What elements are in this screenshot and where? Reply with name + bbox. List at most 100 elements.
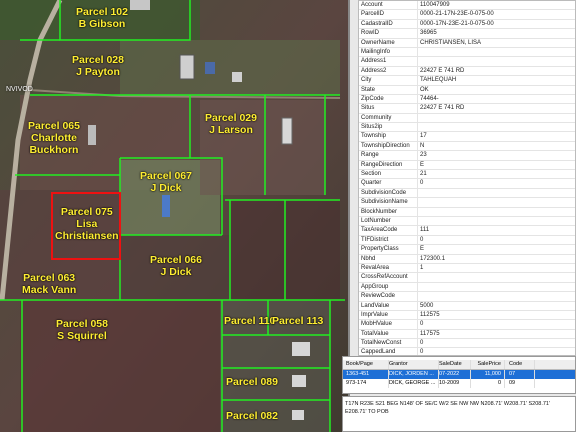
parcel-label-065[interactable]: Parcel 065 Charlotte Buckhorn — [28, 120, 80, 156]
attribute-row[interactable]: Situs2ip — [359, 123, 575, 133]
attribute-key: Situs2ip — [361, 124, 383, 131]
attribute-key: LandValue — [361, 302, 390, 309]
attribute-key: Account — [361, 2, 383, 8]
attribute-key: Quarter — [361, 180, 382, 187]
attribute-row[interactable]: LandValue 5000 — [359, 301, 575, 311]
parcel-label-102[interactable]: Parcel 102 B Gibson — [76, 6, 128, 30]
attribute-value: CHRISTIANSEN, LISA — [417, 38, 575, 47]
attribute-row[interactable]: TIFDistrict 0 — [359, 235, 575, 246]
attribute-row[interactable]: Township 17 — [359, 132, 575, 142]
attribute-row[interactable]: PropertyClass E — [359, 245, 575, 255]
attribute-row[interactable]: RevalArea 1 — [359, 263, 575, 274]
parcel-label-029[interactable]: Parcel 029 J Larson — [205, 112, 257, 136]
attribute-row[interactable]: CrossRefAccount — [359, 273, 575, 283]
attribute-value: 17 — [417, 132, 575, 141]
attribute-value: 23 — [417, 151, 575, 160]
attribute-key: ParcelID — [361, 11, 385, 18]
attribute-key: TIFDistrict — [361, 236, 389, 243]
attribute-value: 0 — [417, 348, 575, 355]
attribute-row[interactable]: TaxAreaCode 111 — [359, 226, 575, 236]
attribute-row[interactable]: ZipCode 74464- — [359, 94, 575, 105]
attribute-row[interactable]: Quarter 0 — [359, 179, 575, 189]
attribute-key: Address1 — [361, 58, 387, 65]
attribute-row[interactable]: ImprValue 112575 — [359, 310, 575, 321]
attribute-row[interactable]: TownshipDirection N — [359, 141, 575, 152]
attribute-row[interactable]: Nbhd 172300.1 — [359, 254, 575, 264]
attribute-value — [417, 47, 575, 57]
attribute-row[interactable]: AppGroup — [359, 282, 575, 293]
table-row[interactable]: 1363-451 DICK, JORDEN ... 07-2022 11,000… — [343, 370, 575, 379]
attribute-key: Situs — [361, 105, 375, 112]
attribute-key: RowID — [361, 30, 380, 37]
attribute-value: 22427 E 741 RD — [417, 104, 575, 113]
sales-table-header: Book/Page Grantor SaleDate SalePrice Cod… — [343, 360, 575, 370]
attribute-key: MobHValue — [361, 321, 392, 328]
legal-description: T17N R23E S21 BEG N148' OF SE/C W/2 SE N… — [342, 396, 576, 432]
attribute-row[interactable]: MailingInfo — [359, 47, 575, 58]
attribute-key: Address2 — [361, 67, 387, 74]
attribute-value — [417, 282, 575, 292]
attribute-row[interactable]: Account 110047909 — [359, 1, 575, 11]
attribute-row[interactable]: SubdivisionCode — [359, 188, 575, 199]
attribute-value: 0000-21-17N-23E-0-075-00 — [417, 10, 575, 19]
attribute-row[interactable]: BlockNumber — [359, 207, 575, 217]
road-label: NVIVOD — [6, 86, 33, 93]
attribute-value: 0000-17N-23E-21-0-075-00 — [417, 19, 575, 29]
attribute-row[interactable]: Situs 22427 E 741 RD — [359, 104, 575, 114]
parcel-label-066[interactable]: Parcel 066 J Dick — [150, 254, 202, 278]
attribute-row[interactable]: State OK — [359, 85, 575, 95]
attribute-value: 36965 — [417, 29, 575, 38]
parcel-label-058[interactable]: Parcel 058 S Squirrel — [56, 318, 108, 342]
parcel-label-075[interactable]: Parcel 075 Lisa Christiansen — [55, 206, 119, 242]
parcel-label-082[interactable]: Parcel 082 — [226, 410, 278, 422]
attribute-row[interactable]: CappedLand 0 — [359, 348, 575, 355]
attribute-row[interactable]: City TAHLEQUAH — [359, 76, 575, 86]
attribute-key: LotNumber — [361, 217, 391, 224]
attribute-value: 112575 — [417, 310, 575, 320]
attribute-row[interactable]: Range 23 — [359, 151, 575, 161]
attribute-value — [417, 207, 575, 216]
attribute-key: PropertyClass — [361, 246, 399, 253]
attribute-row[interactable]: Section 21 — [359, 170, 575, 180]
attribute-key: CrossRefAccount — [361, 274, 408, 281]
attribute-value: TAHLEQUAH — [417, 76, 575, 85]
parcel-label-110[interactable]: Parcel 110 — [224, 315, 275, 327]
attribute-value — [417, 123, 575, 132]
attribute-key: SubdivisionName — [361, 199, 408, 206]
attribute-row[interactable]: OwnerName CHRISTIANSEN, LISA — [359, 38, 575, 48]
attribute-row[interactable]: Address2 22427 E 741 RD — [359, 66, 575, 77]
attribute-table[interactable]: Account 110047909 ParcelID 0000-21-17N-23E-… — [358, 0, 576, 356]
attribute-row[interactable]: ParcelID 0000-21-17N-23E-0-075-00 — [359, 10, 575, 20]
attribute-row[interactable]: TotalNewConst 0 — [359, 339, 575, 349]
attribute-row[interactable]: RangeDirection E — [359, 160, 575, 171]
attribute-key: Township — [361, 133, 387, 140]
parcel-label-067[interactable]: Parcel 067 J Dick — [140, 170, 192, 194]
attribute-row[interactable]: Address1 — [359, 57, 575, 67]
aerial-parcel-map[interactable]: NVIVOD Parcel 102 B Gibson Parcel 028 J Pa… — [0, 0, 348, 432]
attribute-row[interactable]: LotNumber — [359, 216, 575, 227]
attribute-value: 111 — [417, 226, 575, 235]
attribute-row[interactable]: CadastralID 0000-17N-23E-21-0-075-00 — [359, 19, 575, 30]
attribute-value: 172300.1 — [417, 254, 575, 263]
attribute-row[interactable]: SubdivisionName — [359, 198, 575, 208]
attribute-key: TownshipDirection — [361, 142, 410, 149]
attribute-key: ImprValue — [361, 311, 388, 318]
attribute-row[interactable]: MobHValue 0 — [359, 320, 575, 330]
parcel-label-089[interactable]: Parcel 089 — [226, 376, 278, 388]
attribute-row[interactable]: RowID 36965 — [359, 29, 575, 39]
parcel-label-113[interactable]: Parcel 113 — [272, 315, 323, 327]
attribute-value: 22427 E 741 RD — [417, 66, 575, 76]
attribute-value: 110047909 — [417, 1, 575, 10]
attribute-value: 0 — [417, 339, 575, 348]
attribute-row[interactable]: Community — [359, 113, 575, 124]
attribute-row[interactable]: TotalValue 117575 — [359, 329, 575, 340]
attribute-key: RangeDirection — [361, 161, 403, 168]
attribute-value: 0 — [417, 235, 575, 245]
parcel-label-063[interactable]: Parcel 063 Mack Vann — [22, 272, 76, 296]
attribute-key: BlockNumber — [361, 208, 398, 215]
table-row[interactable]: 973-174 DICK, GEORGE ... 10-2009 0 09 — [343, 379, 575, 388]
attribute-row[interactable]: ReviewCode — [359, 292, 575, 302]
parcel-label-028[interactable]: Parcel 028 J Payton — [72, 54, 124, 78]
attribute-value — [417, 273, 575, 282]
sales-history-table[interactable]: Book/Page Grantor SaleDate SalePrice Cod… — [342, 356, 576, 394]
